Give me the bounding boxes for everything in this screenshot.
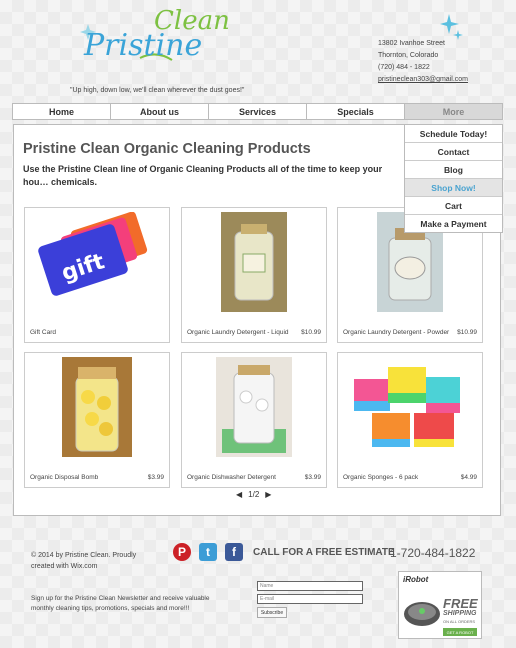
product-card-sponges[interactable]: Organic Sponges - 6 pack $4.99 xyxy=(337,352,483,488)
contact-email-link[interactable]: pristineclean303@gmail.com xyxy=(378,74,468,86)
address-street: 13802 Ivanhoe Street xyxy=(378,40,445,47)
newsletter-email-input[interactable]: E-mail xyxy=(257,594,363,604)
ad-line2: SHIPPING xyxy=(443,610,477,617)
nav-more[interactable]: More xyxy=(405,104,502,119)
ad-button[interactable]: GET A ROBOT xyxy=(443,628,477,636)
newsletter-name-input[interactable]: Name xyxy=(257,581,363,591)
product-name: Gift Card xyxy=(30,329,57,336)
product-name: Organic Laundry Detergent - Liquid xyxy=(187,329,289,336)
product-price: $4.99 xyxy=(460,474,477,481)
sponges-image xyxy=(354,367,460,447)
nav-services[interactable]: Services xyxy=(209,104,307,119)
more-dropdown: Schedule Today! Contact Blog Shop Now! C… xyxy=(404,124,503,233)
ad-line3: ON ALL ORDERS xyxy=(443,619,476,624)
tagline: "Up high, down low, we'll clean wherever… xyxy=(70,87,245,94)
product-name: Organic Disposal Bomb xyxy=(30,474,99,481)
dishwasher-detergent-image xyxy=(216,357,292,457)
product-card-liquid-detergent[interactable]: Organic Laundry Detergent - Liquid $10.9… xyxy=(181,207,327,343)
nav-about-us[interactable]: About us xyxy=(111,104,209,119)
product-card-gift-card[interactable]: gift Gift Card xyxy=(24,207,170,343)
product-price: $10.99 xyxy=(301,329,321,336)
page-subtitle: Use the Pristine Clean line of Organic C… xyxy=(23,164,383,187)
dropdown-item-cart[interactable]: Cart xyxy=(405,197,502,215)
product-price: $10.99 xyxy=(457,329,477,336)
newsletter-text: Sign up for the Pristine Clean Newslette… xyxy=(31,595,210,612)
robot-vacuum-icon xyxy=(404,602,440,626)
product-card-disposal-bomb[interactable]: Organic Disposal Bomb $3.99 xyxy=(24,352,170,488)
product-name: Organic Laundry Detergent - Powder xyxy=(343,329,450,336)
ad-brand: iRobot xyxy=(403,575,429,584)
dropdown-item-blog[interactable]: Blog xyxy=(405,161,502,179)
dropdown-item-make-payment[interactable]: Make a Payment xyxy=(405,215,502,232)
next-page-icon[interactable]: ▶ xyxy=(265,490,271,499)
dropdown-item-shop-now[interactable]: Shop Now! xyxy=(405,179,502,197)
irobot-ad[interactable]: iRobot FREE SHIPPING ON ALL ORDERS GET A… xyxy=(398,571,482,639)
footer-phone: 1-720-484-1822 xyxy=(390,546,476,560)
product-name: Organic Sponges - 6 pack xyxy=(343,474,419,481)
logo[interactable]: Pristine Clean xyxy=(76,0,230,82)
main-nav: Home About us Services Specials More xyxy=(12,103,503,120)
twitter-icon[interactable]: t xyxy=(199,543,217,561)
social-links: P t f xyxy=(173,543,243,561)
product-card-dishwasher-detergent[interactable]: Organic Dishwasher Detergent $3.99 xyxy=(181,352,327,488)
prev-page-icon[interactable]: ◀ xyxy=(236,490,242,499)
dropdown-item-contact[interactable]: Contact xyxy=(405,143,502,161)
product-price: $3.99 xyxy=(304,474,321,481)
pagination: ◀ 1/2 ▶ xyxy=(236,490,271,499)
product-price: $3.99 xyxy=(147,474,164,481)
liquid-detergent-image xyxy=(221,212,287,312)
address-city: Thornton, Colorado xyxy=(378,52,439,59)
facebook-icon[interactable]: f xyxy=(225,543,243,561)
subscribe-button[interactable]: Subscribe xyxy=(257,607,287,618)
free-estimate-cta: CALL FOR A FREE ESTIMATE xyxy=(253,547,395,558)
dropdown-item-schedule[interactable]: Schedule Today! xyxy=(405,125,502,143)
contact-block: 13802 Ivanhoe Street Thornton, Colorado … xyxy=(378,38,468,86)
product-name: Organic Dishwasher Detergent xyxy=(187,474,276,481)
logo-text-accent: Clean xyxy=(154,6,230,36)
page-title: Pristine Clean Organic Cleaning Products xyxy=(23,141,311,157)
nav-home[interactable]: Home xyxy=(13,104,111,119)
page-indicator: 1/2 xyxy=(248,490,260,499)
disposal-bomb-image xyxy=(62,357,132,457)
ad-line1: FREE xyxy=(443,596,478,611)
pinterest-icon[interactable]: P xyxy=(173,543,191,561)
nav-specials[interactable]: Specials xyxy=(307,104,405,119)
copyright: © 2014 by Pristine Clean. Proudly create… xyxy=(31,552,137,570)
sparkle-icon xyxy=(440,14,463,40)
contact-phone: (720) 484 - 1822 xyxy=(378,64,430,71)
gift-card-image: gift xyxy=(38,212,148,296)
